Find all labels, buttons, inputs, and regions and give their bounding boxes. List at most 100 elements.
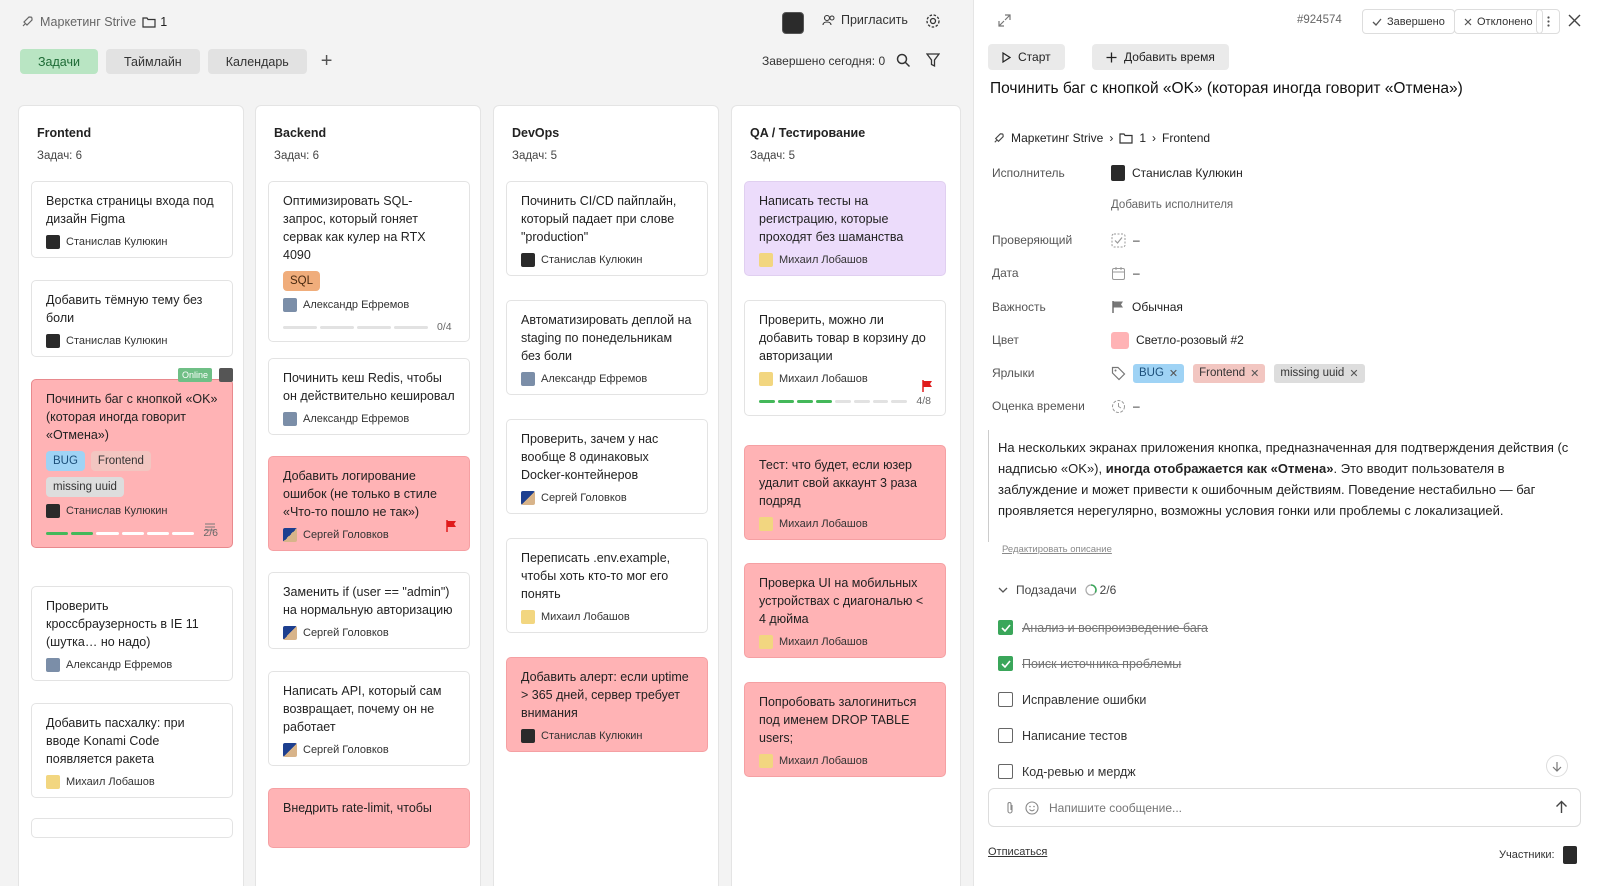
task-id: #924574 <box>1297 14 1342 26</box>
send-arrow-icon[interactable] <box>1555 800 1568 814</box>
task-card[interactable]: Добавить алерт: если uptime > 365 дней, … <box>506 657 708 752</box>
task-card[interactable] <box>31 818 233 838</box>
user-avatar[interactable] <box>782 12 804 34</box>
invite-button[interactable]: Пригласить <box>822 13 908 27</box>
task-card[interactable]: Автоматизировать деплой на staging по по… <box>506 300 708 395</box>
expand-icon[interactable] <box>998 14 1011 27</box>
reject-button[interactable]: Отклонено <box>1454 9 1543 34</box>
avatar <box>219 368 233 382</box>
card-title: Верстка страницы входа под дизайн Figma <box>46 194 214 226</box>
members-label: Участники: <box>1499 849 1555 861</box>
task-card[interactable]: Оптимизировать SQL-запрос, который гоняе… <box>268 181 470 342</box>
card-assignee: Станислав Кулюкин <box>46 504 218 518</box>
task-card[interactable]: Починить CI/CD пайплайн, который падает … <box>506 181 708 276</box>
priority-value[interactable]: Обычная <box>1111 300 1183 314</box>
task-card[interactable]: Проверить кроссбраузерность в IE 11 (шут… <box>31 586 233 681</box>
breadcrumb-folder[interactable]: 1 <box>1139 131 1146 145</box>
tag-icon[interactable] <box>1111 366 1126 381</box>
card-assignee: Станислав Кулюкин <box>46 334 218 348</box>
emoji-icon[interactable] <box>1025 800 1039 815</box>
task-card[interactable]: Проверка UI на мобильных устройствах с д… <box>744 563 946 658</box>
task-card[interactable]: Проверить, зачем у нас вообще 8 одинаков… <box>506 419 708 514</box>
subtask-item[interactable]: Поиск источника проблемы <box>998 656 1181 671</box>
paperclip-icon[interactable] <box>1005 801 1015 815</box>
filter-icon[interactable] <box>926 53 940 68</box>
project-breadcrumb[interactable]: Маркетинг Strive 1 <box>20 15 167 29</box>
folder-icon <box>1119 133 1133 144</box>
subtask-checkbox[interactable] <box>998 728 1013 743</box>
task-card[interactable]: Добавить логирование ошибок (не только в… <box>268 456 470 551</box>
search-icon[interactable] <box>896 53 911 68</box>
avatar[interactable] <box>1562 846 1577 864</box>
subtasks-header[interactable]: Подзадачи 2/6 <box>998 583 1116 597</box>
gear-icon[interactable] <box>925 13 941 29</box>
more-button[interactable] <box>1536 9 1560 34</box>
close-icon[interactable] <box>1568 14 1581 27</box>
rocket-icon <box>994 132 1004 143</box>
remove-label-icon[interactable]: ✕ <box>1349 367 1358 380</box>
reviewer-row: Проверяющий – <box>992 230 1140 250</box>
start-button[interactable]: Старт <box>988 44 1065 70</box>
task-card[interactable]: Проверить, можно ли добавить товар в кор… <box>744 300 946 416</box>
card-title: Добавить алерт: если uptime > 365 дней, … <box>521 670 689 720</box>
date-row: Дата – <box>992 263 1140 283</box>
breadcrumb-column[interactable]: Frontend <box>1162 131 1210 145</box>
subtask-checkbox[interactable] <box>998 620 1013 635</box>
tab-calendar[interactable]: Календарь <box>207 49 307 74</box>
color-value[interactable]: Светло-розовый #2 <box>1111 331 1244 349</box>
progress-segment <box>172 531 195 535</box>
task-card[interactable]: Тест: что будет, если юзер удалит свой а… <box>744 445 946 540</box>
task-card[interactable]: Написать API, который сам возвращает, по… <box>268 671 470 766</box>
date-value[interactable]: – <box>1111 266 1140 281</box>
task-card[interactable]: Починить кеш Redis, чтобы он действитель… <box>268 358 470 435</box>
add-view-button[interactable]: + <box>321 49 333 74</box>
unsubscribe-link[interactable]: Отписаться <box>988 846 1047 858</box>
label-chip[interactable]: missing uuid ✕ <box>1274 363 1365 383</box>
subtask-item[interactable]: Написание тестов <box>998 728 1127 743</box>
task-card[interactable]: Написать тесты на регистрацию, которые п… <box>744 181 946 276</box>
task-card[interactable]: Верстка страницы входа под дизайн Figma … <box>31 181 233 258</box>
remove-label-icon[interactable]: ✕ <box>1250 367 1259 380</box>
avatar <box>759 517 773 531</box>
tab-timeline[interactable]: Таймлайн <box>105 49 200 74</box>
task-card[interactable]: Заменить if (user == "admin") на нормаль… <box>268 572 470 649</box>
task-card[interactable]: Добавить пасхалку: при вводе Konami Code… <box>31 703 233 798</box>
card-progress: 2/6 <box>46 527 218 539</box>
edit-description-link[interactable]: Редактировать описание <box>1002 544 1112 555</box>
column-count: Задач: 5 <box>512 150 557 162</box>
tab-tasks[interactable]: Задачи <box>20 49 98 74</box>
column-qa: QA / Тестирование Задач: 5 Написать тест… <box>731 105 961 886</box>
subtask-item[interactable]: Анализ и воспроизведение бага <box>998 620 1208 635</box>
members: Участники: <box>1499 846 1577 864</box>
subtask-checkbox[interactable] <box>998 656 1013 671</box>
subtask-item[interactable]: Код-ревью и мердж <box>998 764 1136 779</box>
assignee-value[interactable]: Станислав Кулюкин <box>1111 165 1243 181</box>
column-title: Frontend <box>37 126 92 140</box>
check-icon <box>1000 623 1011 632</box>
progress-segment <box>777 399 794 403</box>
column-title: DevOps <box>512 126 560 140</box>
add-time-button[interactable]: Добавить время <box>1092 44 1229 70</box>
task-card[interactable]: Внедрить rate-limit, чтобы <box>268 788 470 848</box>
subtask-checkbox[interactable] <box>998 764 1013 779</box>
add-assignee-link[interactable]: Добавить исполнителя <box>1111 199 1233 211</box>
task-title[interactable]: Починить баг с кнопкой «OK» (которая ино… <box>990 80 1590 98</box>
task-card[interactable]: Добавить тёмную тему без боли Станислав … <box>31 280 233 357</box>
breadcrumb-project[interactable]: Маркетинг Strive <box>1011 131 1103 145</box>
reviewer-value[interactable]: – <box>1111 233 1140 248</box>
estimate-value[interactable]: – <box>1111 399 1140 414</box>
remove-label-icon[interactable]: ✕ <box>1169 367 1178 380</box>
task-card-selected[interactable]: Починить баг с кнопкой «OK» (которая ино… <box>31 379 233 548</box>
card-assignee: Сергей Головков <box>283 528 455 542</box>
scroll-down-button[interactable] <box>1546 755 1568 777</box>
label-chip[interactable]: BUG ✕ <box>1133 363 1185 383</box>
subtask-item[interactable]: Исправление ошибки <box>998 692 1146 707</box>
mark-done-button[interactable]: Завершено <box>1362 9 1455 34</box>
message-input[interactable] <box>1049 800 1519 815</box>
task-card[interactable]: Попробовать залогиниться под именем DROP… <box>744 682 946 777</box>
subtask-checkbox[interactable] <box>998 692 1013 707</box>
subtasks-progress: 2/6 <box>1084 583 1116 597</box>
task-card[interactable]: Переписать .env.example, чтобы хоть кто-… <box>506 538 708 633</box>
label-chip[interactable]: Frontend ✕ <box>1193 363 1266 383</box>
field-label: Ярлыки <box>992 366 1035 380</box>
